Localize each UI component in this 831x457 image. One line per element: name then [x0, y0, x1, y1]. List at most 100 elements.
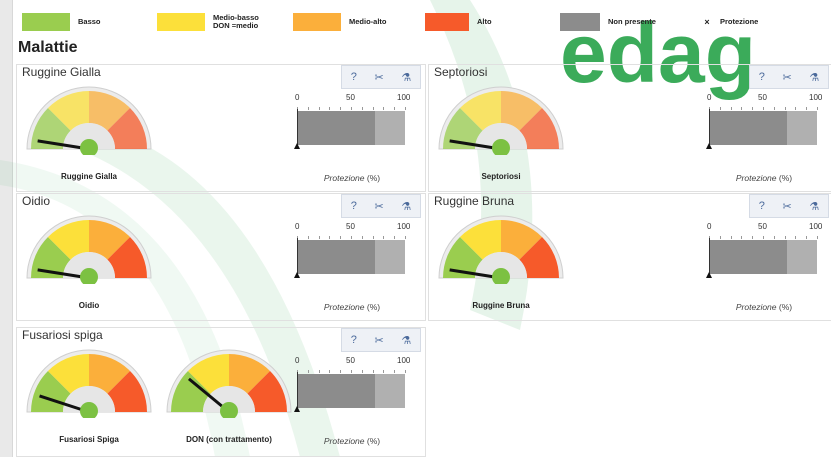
- gauge: [437, 85, 565, 160]
- protection-tick: [372, 236, 374, 239]
- protection-tick: [307, 107, 309, 110]
- flask-icon[interactable]: ⚗: [809, 200, 819, 213]
- protection-tick-label: 0: [295, 93, 300, 102]
- gauge-label: Fusariosi Spiga: [59, 435, 119, 444]
- protection-tick: [806, 107, 808, 110]
- tools-icon[interactable]: ✂: [375, 71, 384, 84]
- gauge: [25, 348, 153, 423]
- panel-title: Oidio: [22, 194, 51, 208]
- protection-tick: [329, 107, 331, 110]
- protection-tick: [383, 236, 385, 239]
- disease-panel: Septoriosi? ✂ ⚗ Septoriosi 0 50 100 Protezione …: [428, 64, 831, 192]
- legend-item-medio-basso: Medio-basso DON =medio: [157, 12, 259, 32]
- protection-tick-label: 100: [397, 222, 411, 231]
- panel-toolbar: ? ✂ ⚗: [749, 65, 829, 89]
- protection-tick: [329, 236, 331, 239]
- protection-tick: [795, 236, 797, 239]
- protection-unit: (%): [366, 302, 381, 312]
- panel-title: Ruggine Bruna: [434, 194, 515, 208]
- panel-toolbar: ? ✂ ⚗: [749, 194, 829, 218]
- protection-tick: [730, 236, 732, 239]
- protection-tick: [405, 107, 406, 110]
- disease-panel: Oidio? ✂ ⚗ Oidio 0 50 100 Protezione (%): [16, 193, 426, 321]
- protection-label-text: Protezione: [735, 302, 777, 312]
- tools-icon[interactable]: ✂: [783, 71, 792, 84]
- protection-label-text: Protezione: [323, 173, 365, 183]
- protection-tick: [773, 107, 775, 110]
- protection-marker: [294, 272, 300, 278]
- protection-unit: (%): [366, 436, 381, 446]
- protection-label-text: Protezione: [323, 302, 365, 312]
- protection-tick: [817, 107, 818, 110]
- protection-axis-line: [297, 372, 298, 410]
- protection-tick: [763, 236, 764, 239]
- protection-tick-label: 50: [758, 93, 767, 102]
- left-scroll-rail: [0, 0, 13, 457]
- protection-tick: [752, 107, 754, 110]
- protection-tick: [741, 236, 743, 239]
- flask-icon[interactable]: ⚗: [401, 200, 411, 213]
- help-icon[interactable]: ?: [351, 334, 357, 346]
- flask-icon[interactable]: ⚗: [809, 71, 819, 84]
- protection-tick: [307, 236, 309, 239]
- protection-tick: [405, 236, 406, 239]
- legend-swatch: [560, 13, 600, 31]
- protection-tick: [383, 107, 385, 110]
- flask-icon[interactable]: ⚗: [401, 334, 411, 347]
- protection-tick-label: 0: [295, 222, 300, 231]
- protection-tick: [763, 107, 764, 110]
- protection-bar-fill: [297, 111, 375, 145]
- protection-tick: [340, 370, 342, 373]
- risk-gauge: [26, 215, 152, 286]
- flask-icon[interactable]: ⚗: [401, 71, 411, 84]
- protection-tick: [318, 107, 320, 110]
- gauge-label: Ruggine Gialla: [60, 172, 117, 181]
- protection-tick: [405, 370, 406, 373]
- risk-gauge: [26, 349, 152, 420]
- protection-tick: [773, 236, 775, 239]
- disease-panel: Ruggine Gialla? ✂ ⚗ Ruggine Gialla 0 50 100 Pro…: [16, 64, 426, 192]
- risk-gauge: [438, 215, 564, 286]
- protection-tick: [806, 236, 808, 239]
- protection-tick: [340, 236, 342, 239]
- tools-icon[interactable]: ✂: [783, 200, 792, 213]
- protection-label: Protezione (%): [297, 436, 407, 446]
- protection-tick: [752, 236, 754, 239]
- protection-tick: [318, 370, 320, 373]
- legend-swatch: [425, 13, 469, 31]
- protection-tick: [372, 370, 374, 373]
- help-icon[interactable]: ?: [759, 200, 765, 212]
- help-icon[interactable]: ?: [351, 200, 357, 212]
- protection-tick-label: 50: [346, 93, 355, 102]
- panel-toolbar: ? ✂ ⚗: [341, 65, 421, 89]
- risk-legend: Basso Medio-basso DON =medio Medio-alto …: [14, 10, 831, 34]
- protection-unit: (%): [778, 302, 793, 312]
- help-icon[interactable]: ?: [759, 71, 765, 83]
- tools-icon[interactable]: ✂: [375, 334, 384, 347]
- panel-title: Fusariosi spiga: [22, 328, 103, 342]
- protection-label: Protezione (%): [297, 302, 407, 312]
- risk-gauge: [26, 86, 152, 157]
- protection-tick-label: 50: [758, 222, 767, 231]
- gauge-label: Ruggine Bruna: [472, 301, 530, 310]
- protection-tick-label: 50: [346, 222, 355, 231]
- protection-label: Protezione (%): [709, 173, 819, 183]
- help-icon[interactable]: ?: [351, 71, 357, 83]
- protection-tick: [383, 370, 385, 373]
- protection-tick: [361, 107, 363, 110]
- protection-tick: [351, 107, 352, 110]
- gauge-label: DON (con trattamento): [186, 435, 272, 444]
- close-x-icon: ×: [704, 17, 710, 27]
- tools-icon[interactable]: ✂: [375, 200, 384, 213]
- protection-marker: [706, 143, 712, 149]
- protection-label: Protezione (%): [709, 302, 819, 312]
- protection-axis-line: [297, 109, 298, 147]
- legend-item-basso: Basso: [22, 12, 101, 32]
- panel-title: Septoriosi: [434, 65, 488, 79]
- gauge-label: Oidio: [78, 301, 100, 310]
- protection-tick: [784, 236, 786, 239]
- protection-bar-fill: [709, 240, 787, 274]
- protection-tick: [784, 107, 786, 110]
- protection-tick: [307, 370, 309, 373]
- risk-gauge: [438, 86, 564, 157]
